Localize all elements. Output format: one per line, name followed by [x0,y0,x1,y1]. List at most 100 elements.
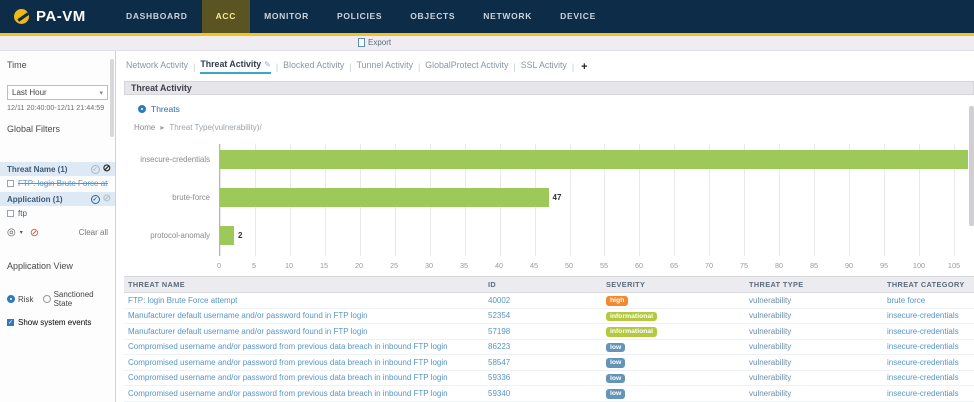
tab-separator: | [276,62,278,72]
x-tick-label: 100 [913,261,925,270]
chevron-down-icon: ▾ [99,89,103,97]
threat-name-cell[interactable]: Compromised username and/or password fro… [124,386,484,402]
threat-id-cell[interactable]: 52354 [484,308,602,324]
threat-id-cell[interactable]: 57198 [484,324,602,340]
breadcrumb-home[interactable]: Home [134,123,155,132]
tab-threat-activity[interactable]: Threat Activity✎ [200,59,270,74]
nav-tab-network[interactable]: NETWORK [469,0,546,33]
time-label: Time [7,60,108,70]
clear-all-link[interactable]: Clear all [79,228,108,237]
column-header-id[interactable]: ID [484,277,602,293]
column-header-threat-name[interactable]: THREAT NAME [124,277,484,293]
threat-category-cell[interactable]: insecure-credentials [883,308,974,324]
threat-name-cell[interactable]: Compromised username and/or password fro… [124,355,484,371]
x-tick-label: 0 [217,261,221,270]
main-scrollbar[interactable] [969,106,974,226]
column-header-threat-type[interactable]: THREAT TYPE [745,277,883,293]
threat-id-cell[interactable]: 59336 [484,370,602,386]
threat-category-cell[interactable]: insecure-credentials [883,339,974,355]
threat-category-cell[interactable]: brute force [883,293,974,309]
threat-name-cell[interactable]: Manufacturer default username and/or pas… [124,308,484,324]
main-content: Network Activity|Threat Activity✎|Blocke… [116,51,974,402]
threat-type-cell[interactable]: vulnerability [745,308,883,324]
breadcrumb-separator-icon: ▸ [160,123,164,132]
application-filter-item[interactable]: ftp [0,206,115,222]
sanctioned-state-radio-option[interactable]: Sanctioned State [43,290,108,308]
application-checkbox[interactable] [7,210,14,217]
tab-network-activity[interactable]: Network Activity [126,60,188,73]
chart-category-label: insecure-credentials [140,150,210,169]
include-filter-icon[interactable]: ✓ [91,195,100,204]
include-filter-icon[interactable]: ✓ [91,165,100,174]
risk-radio-option[interactable]: Risk [7,295,34,304]
chart-bar-protocol-anomaly[interactable] [220,226,234,245]
nav-tab-monitor[interactable]: MONITOR [250,0,323,33]
x-tick-label: 40 [495,261,503,270]
tab-globalprotect-activity[interactable]: GlobalProtect Activity [425,60,508,73]
filter-actions: ◎ ▾ ⊘ Clear all [0,222,115,243]
threat-type-cell[interactable]: vulnerability [745,370,883,386]
breadcrumb-path[interactable]: Threat Type(vulnerability)/ [169,123,261,132]
threat-type-cell[interactable]: vulnerability [745,355,883,371]
threat-category-cell[interactable]: insecure-credentials [883,370,974,386]
time-select[interactable]: Last Hour ▾ [7,85,108,100]
column-header-threat-category[interactable]: THREAT CATEGORY [883,277,974,293]
threat-type-cell[interactable]: vulnerability [745,339,883,355]
threat-id-cell[interactable]: 58547 [484,355,602,371]
nav-tab-acc[interactable]: ACC [202,0,251,33]
nav-tab-objects[interactable]: OBJECTS [396,0,469,33]
show-system-events-option[interactable]: ✓ Show system events [0,312,115,333]
nav-tab-device[interactable]: DEVICE [546,0,610,33]
nav-tab-dashboard[interactable]: DASHBOARD [112,0,202,33]
column-header-severity[interactable]: SEVERITY [602,277,745,293]
threat-id-cell[interactable]: 59340 [484,386,602,402]
remove-filter-icon[interactable]: ⊘ [30,226,39,239]
edit-tab-icon[interactable]: ✎ [264,60,271,69]
tab-blocked-activity[interactable]: Blocked Activity [283,60,344,73]
risk-radio-label: Risk [18,295,34,304]
brand: PA-VM [0,8,112,25]
x-tick-label: 55 [600,261,608,270]
system-events-checkbox[interactable]: ✓ [7,319,14,326]
export-button[interactable]: Export [358,38,391,47]
threat-name-checkbox[interactable] [7,180,14,187]
threat-name-cell[interactable]: Manufacturer default username and/or pas… [124,324,484,340]
threat-id-cell[interactable]: 86223 [484,339,602,355]
threat-name-cell[interactable]: Compromised username and/or password fro… [124,339,484,355]
chart-category-label: brute-force [172,188,210,207]
nav-tab-policies[interactable]: POLICIES [323,0,396,33]
threat-category-cell[interactable]: insecure-credentials [883,324,974,340]
severity-badge: low [606,358,625,368]
negate-filter-icon[interactable]: ⊘ [103,194,111,204]
tab-ssl-activity[interactable]: SSL Activity [521,60,567,73]
time-range-text: 12/11 20:40:00-12/11 21:44:59 [7,103,108,112]
threat-category-cell[interactable]: insecure-credentials [883,386,974,402]
target-filter-icon[interactable]: ◎ [7,227,16,238]
threats-radio-row[interactable]: Threats [124,95,974,114]
top-navigation: PA-VM DASHBOARDACCMONITORPOLICIESOBJECTS… [0,0,974,33]
threat-type-cell[interactable]: vulnerability [745,293,883,309]
filters-sidebar: Time Last Hour ▾ 12/11 20:40:00-12/11 21… [0,51,116,402]
chart-bar-insecure-credentials[interactable] [220,150,968,169]
threat-name-cell[interactable]: FTP: login Brute Force attempt [124,293,484,309]
chart-bar-brute-force[interactable] [220,188,549,207]
threat-type-cell[interactable]: vulnerability [745,324,883,340]
threat-bar-chart: insecure-credentials brute-force protocol-… [124,144,968,256]
threat-name-cell[interactable]: Compromised username and/or password fro… [124,370,484,386]
table-row: Compromised username and/or password fro… [124,355,974,371]
threats-radio-icon[interactable] [138,105,146,113]
threat-id-cell[interactable]: 40002 [484,293,602,309]
breadcrumb: Home ▸ Threat Type(vulnerability)/ [124,114,974,132]
threat-table-wrap: THREAT NAMEIDSEVERITYTHREAT TYPETHREAT C… [124,276,974,402]
tab-tunnel-activity[interactable]: Tunnel Activity [357,60,413,73]
threat-category-cell[interactable]: insecure-credentials [883,355,974,371]
x-tick-label: 25 [390,261,398,270]
negate-filter-icon[interactable]: ⊘ [103,164,111,174]
chevron-down-icon[interactable]: ▾ [20,229,23,236]
threat-type-cell[interactable]: vulnerability [745,386,883,402]
brand-name: PA-VM [36,8,86,25]
chart-category-label: protocol-anomaly [150,226,210,245]
sidebar-scrollbar[interactable] [110,59,114,137]
threat-name-filter-item[interactable]: FTP: login Brute Force attempt [0,176,115,192]
add-tab-button[interactable]: + [581,61,587,73]
